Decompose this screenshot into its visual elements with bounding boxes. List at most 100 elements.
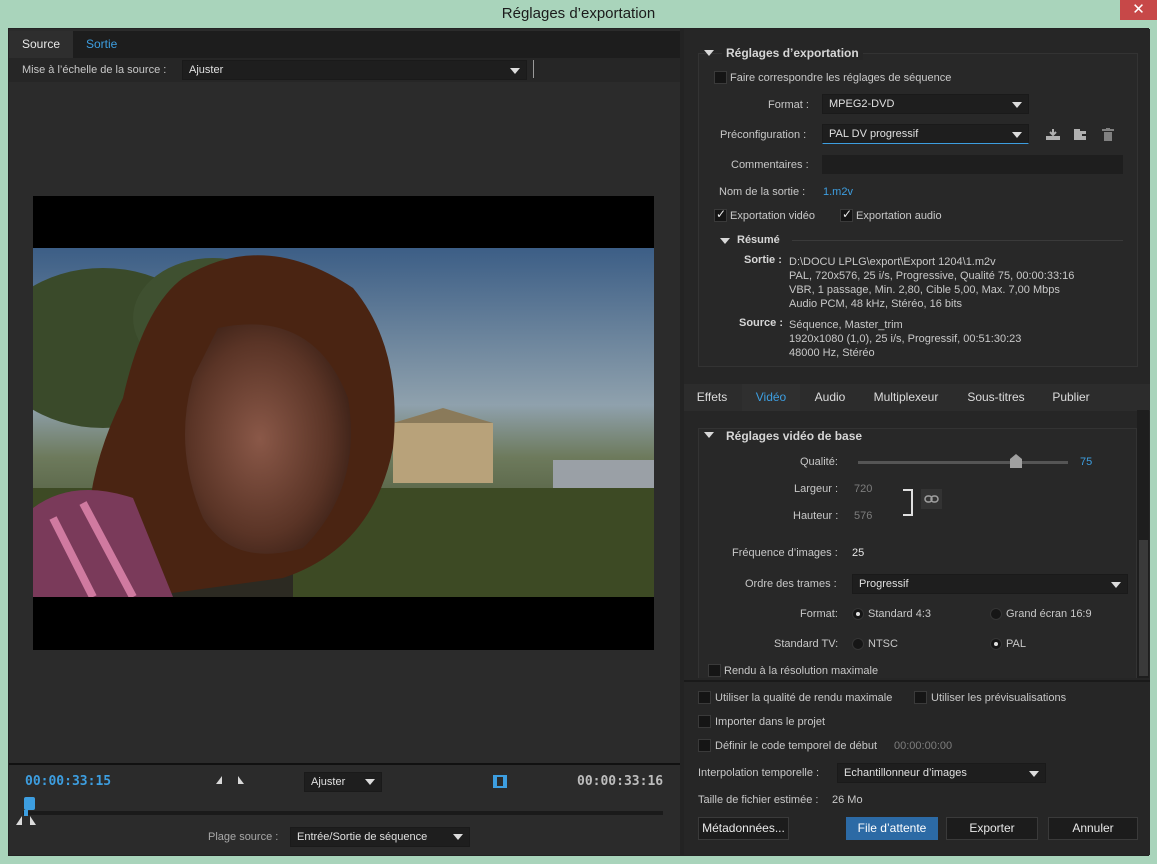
summary-output-label: Sortie :	[744, 254, 782, 266]
match-sequence-checkbox[interactable]	[714, 71, 727, 84]
previews-label: Utiliser les prévisualisations	[931, 692, 1067, 704]
export-audio-label: Exportation audio	[856, 210, 942, 222]
link-icon[interactable]	[921, 489, 942, 509]
interpolation-dropdown[interactable]: Echantillonneur d’images	[837, 763, 1046, 783]
summary-source-label: Source :	[739, 317, 784, 329]
summary-output-line: PAL, 720x576, 25 i/s, Progressive, Quali…	[789, 270, 1075, 282]
format-dropdown[interactable]: MPEG2-DVD	[822, 94, 1029, 114]
zoom-value: Ajuster	[311, 776, 346, 788]
tv-ntsc-radio[interactable]	[852, 638, 864, 650]
timecode-duration: 00:00:33:16	[577, 774, 664, 789]
collapse-triangle-icon[interactable]	[704, 432, 714, 438]
tab-multiplexer[interactable]: Multiplexeur	[860, 384, 952, 411]
collapse-triangle-icon[interactable]	[704, 50, 714, 56]
format-label: Format :	[768, 99, 809, 111]
window-border-bottom	[0, 856, 1157, 864]
tab-output[interactable]: Sortie	[73, 31, 130, 58]
max-resolution-checkbox[interactable]	[708, 664, 721, 677]
start-timecode-checkbox[interactable]	[698, 739, 711, 752]
zoom-dropdown[interactable]: Ajuster	[304, 772, 382, 792]
chevron-down-icon	[1012, 132, 1022, 138]
range-dropdown[interactable]: Entrée/Sortie de séquence	[290, 827, 470, 847]
scrollbar-thumb[interactable]	[1139, 540, 1148, 676]
start-timecode-label: Définir le code temporel de début	[715, 740, 878, 752]
queue-button[interactable]: File d’attente	[846, 817, 938, 840]
chevron-down-icon	[365, 779, 375, 785]
tab-publish[interactable]: Publier	[1040, 384, 1102, 411]
export-settings-title: Réglages d’exportation	[722, 46, 863, 60]
metadata-button[interactable]: Métadonnées...	[698, 817, 789, 840]
aspect-wide-label: Grand écran 16:9	[1006, 608, 1092, 620]
mark-out-icon[interactable]	[238, 776, 244, 784]
framerate-value[interactable]: 25	[852, 547, 864, 559]
timeline-track[interactable]	[23, 811, 663, 815]
chevron-down-icon	[1029, 771, 1039, 777]
filesize-value: 26 Mo	[832, 794, 863, 806]
quality-slider-track[interactable]	[858, 461, 1068, 464]
format-value: MPEG2-DVD	[829, 98, 895, 110]
width-value[interactable]: 720	[854, 483, 872, 495]
field-order-label: Ordre des trames :	[745, 578, 837, 590]
start-timecode-value[interactable]: 00:00:00:00	[894, 740, 952, 752]
summary-source-line: Séquence, Master_trim	[789, 319, 903, 331]
chevron-down-icon	[1012, 102, 1022, 108]
summary-triangle-icon[interactable]	[720, 238, 730, 244]
previews-checkbox[interactable]	[914, 691, 927, 704]
export-video-checkbox[interactable]	[714, 207, 727, 222]
aspect-standard-label: Standard 4:3	[868, 608, 931, 620]
max-resolution-label: Rendu à la résolution maximale	[724, 665, 879, 677]
tv-ntsc-label: NTSC	[868, 638, 898, 650]
scale-label: Mise à l’échelle de la source :	[22, 64, 167, 76]
quality-slider-thumb[interactable]	[1009, 454, 1022, 468]
comments-input[interactable]	[822, 155, 1123, 174]
aspect-wide-radio[interactable]	[990, 608, 1002, 620]
comments-label: Commentaires :	[731, 159, 809, 171]
timecode-current[interactable]: 00:00:33:15	[25, 774, 111, 789]
preset-value: PAL DV progressif	[829, 128, 919, 140]
interpolation-value: Echantillonneur d’images	[844, 767, 967, 779]
playhead-icon[interactable]	[24, 797, 35, 810]
tab-audio[interactable]: Audio	[802, 384, 858, 411]
framerate-label: Fréquence d’images :	[732, 547, 838, 559]
save-preset-icon[interactable]	[1045, 128, 1061, 141]
summary-source-line: 48000 Hz, Stéréo	[789, 347, 875, 359]
video-settings-title: Réglages vidéo de base	[722, 429, 867, 443]
max-quality-checkbox[interactable]	[698, 691, 711, 704]
export-button[interactable]: Exporter	[946, 817, 1038, 840]
output-name-link[interactable]: 1.m2v	[823, 186, 853, 198]
scale-dropdown[interactable]: Ajuster	[182, 60, 527, 80]
close-icon[interactable]: ✕	[1120, 0, 1157, 20]
cancel-button[interactable]: Annuler	[1048, 817, 1138, 840]
import-preset-icon[interactable]	[1073, 128, 1089, 141]
height-label: Hauteur :	[793, 510, 839, 522]
trash-icon[interactable]	[1102, 128, 1114, 141]
tab-effects[interactable]: Effets	[686, 384, 738, 411]
summary-source-line: 1920x1080 (1,0), 25 i/s, Progressif, 00:…	[789, 333, 1022, 345]
out-point-icon[interactable]	[30, 816, 36, 825]
tab-subtitles[interactable]: Sous-titres	[954, 384, 1038, 411]
aspect-label: Format:	[800, 608, 838, 620]
interpolation-label: Interpolation temporelle :	[698, 767, 820, 779]
field-order-dropdown[interactable]: Progressif	[852, 574, 1128, 594]
tv-pal-radio[interactable]	[990, 638, 1002, 650]
window-title: Réglages d’exportation	[501, 5, 656, 22]
chevron-down-icon	[1111, 582, 1121, 588]
mark-in-icon[interactable]	[216, 776, 222, 784]
tab-video[interactable]: Vidéo	[742, 384, 800, 411]
video-preview	[33, 196, 654, 650]
tab-source[interactable]: Source	[9, 31, 74, 58]
fit-icon[interactable]	[493, 775, 507, 788]
link-bracket	[903, 489, 913, 516]
aspect-standard-radio[interactable]	[852, 608, 864, 620]
in-point-icon[interactable]	[16, 816, 22, 825]
summary-title: Résumé	[737, 234, 780, 246]
quality-value[interactable]: 75	[1080, 456, 1092, 468]
preset-label: Préconfiguration :	[720, 129, 807, 141]
match-sequence-label: Faire correspondre les réglages de séque…	[730, 72, 952, 84]
preset-dropdown[interactable]: PAL DV progressif	[822, 124, 1029, 144]
tv-pal-label: PAL	[1006, 638, 1026, 650]
divider	[533, 60, 534, 78]
import-project-checkbox[interactable]	[698, 715, 711, 728]
height-value[interactable]: 576	[854, 510, 872, 522]
export-audio-checkbox[interactable]	[840, 207, 853, 222]
